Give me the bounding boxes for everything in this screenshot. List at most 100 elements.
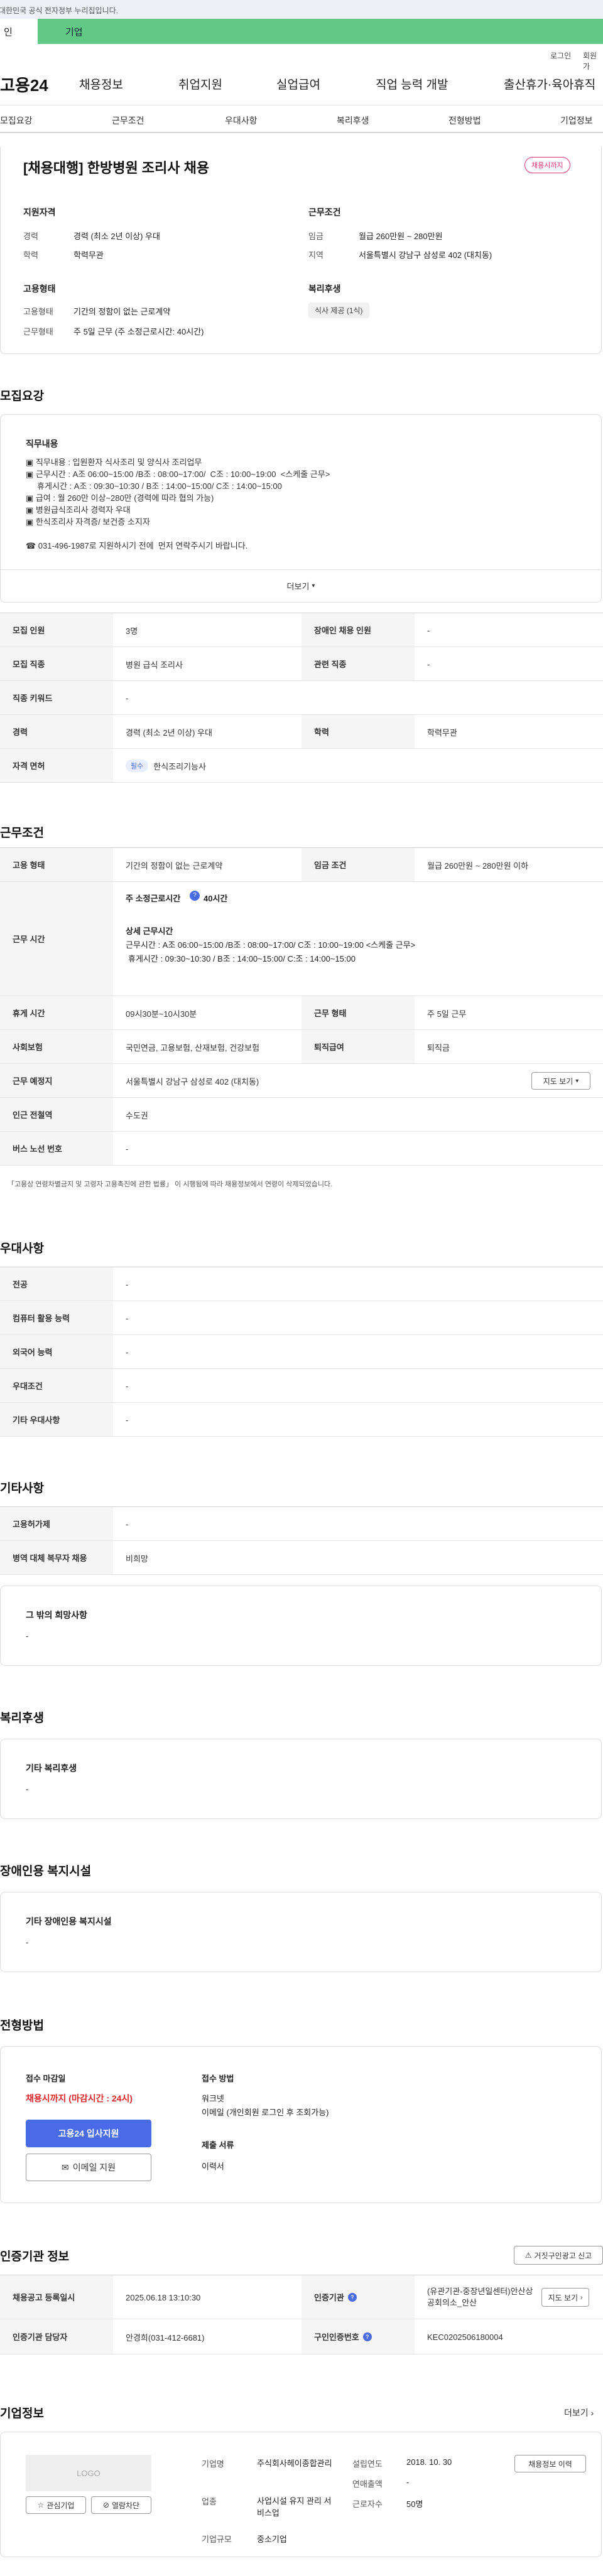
row-value: - (126, 1347, 129, 1357)
favorite-company-button[interactable]: ☆ 관심기업 (26, 2496, 86, 2514)
qual-label: 학력 (23, 250, 38, 260)
row-value: 병원 급식 조리사 (126, 660, 183, 670)
email-apply-button[interactable]: ✉ 이메일 지원 (26, 2154, 151, 2181)
job-summary-card: [채용대행] 한방병원 조리사 채용 채용시까지 지원자격 경력 경력 (최소 … (0, 147, 602, 354)
row-label: 자격 면허 (0, 749, 113, 782)
tab-apply[interactable]: 전형방법 (448, 114, 481, 127)
table-row: 모집 직종 병원 급식 조리사 관련 직종 - (0, 647, 603, 681)
company-field-value: - (406, 2477, 410, 2487)
gnb-menu-leave[interactable]: 출산휴가·육아휴직 (504, 75, 595, 92)
row-label: 관련 직종 (302, 647, 415, 680)
info-icon[interactable]: ? (362, 2332, 372, 2341)
row-label: 휴게 시간 (0, 996, 113, 1029)
company-more-link[interactable]: 더보기 › (564, 2407, 594, 2419)
row-label: 전공 (0, 1267, 113, 1301)
tab-welfare[interactable]: 복리후생 (337, 114, 369, 127)
company-section-title: 기업정보 (0, 2407, 44, 2420)
row-value: 월급 260만원 ~ 280만원 이하 (427, 861, 529, 871)
row-label: 근무 형태 (302, 996, 415, 1029)
row-value: 비희망 (126, 1554, 148, 1564)
row-label: 직종 키워드 (0, 681, 113, 714)
gov-notice-text: 대한민국 공식 전자정부 누리집입니다. (0, 6, 118, 15)
qual-title: 지원자격 (23, 207, 56, 217)
row-label: 학력 (302, 715, 415, 748)
block-view-button[interactable]: ⊘ 열람차단 (91, 2496, 151, 2514)
cond-value: 서울특별시 강남구 삼성로 402 (대치동) (359, 250, 492, 260)
map-button[interactable]: 지도 보기 ▾ (531, 1072, 590, 1090)
row-value: - (126, 1519, 129, 1529)
info-icon[interactable]: ? (190, 891, 200, 901)
agency-map-button[interactable]: 지도 보기 › (541, 2288, 589, 2307)
disabled-box-value: - (26, 1938, 29, 1947)
agency-section-title: 인증기관 정보 (0, 2250, 70, 2263)
company-field-value: 2018. 10. 30 (406, 2457, 452, 2467)
pref-section-title: 우대사항 (0, 1242, 44, 1255)
table-row: 근무 시간 주 소정근로시간 ? 40시간 상세 근무시간 근무시간 : A조 … (0, 882, 603, 996)
agency-table: 채용공고 등록일시 2025.06.18 13:10:30 인증기관 ? (유관… (0, 2275, 603, 2356)
tab-recruit[interactable]: 모집요강 (0, 114, 33, 127)
row-value: - (126, 1381, 129, 1391)
gnb-menu-training[interactable]: 직업 능력 개발 (376, 75, 448, 92)
hiring-history-button[interactable]: 채용정보 이력 (514, 2455, 586, 2472)
row-value: - (427, 625, 430, 635)
cond-title: 근무조건 (308, 207, 341, 217)
hours-detail-line: 휴게시간 : 09:30~10:30 / B조 : 14:00~15:00/ C… (128, 954, 356, 963)
table-row: 사회보험 국민연금, 고용보험, 산재보험, 건강보험 퇴직급여 퇴직금 (0, 1030, 603, 1064)
emp-title: 고용형태 (23, 284, 56, 294)
gnb-menu-jobs[interactable]: 채용정보 (79, 75, 123, 92)
company-field-value: 주식회사헤이종합관리 (257, 2459, 332, 2468)
row-label: 사회보험 (0, 1030, 113, 1063)
user-type-tabs: 인 기업 (0, 19, 603, 46)
row-label: 구인인증번호 ? (302, 2319, 415, 2354)
block-icon: ⊘ (102, 2501, 109, 2509)
deadline-label: 접수 마감일 (26, 2074, 66, 2083)
qual-label: 경력 (23, 232, 38, 241)
row-label: 외국어 능력 (0, 1335, 113, 1368)
login-link[interactable]: 로그인 (550, 50, 571, 61)
welfare-title: 복리후생 (308, 284, 341, 294)
other-wishes-value: - (26, 1631, 29, 1641)
row-label: 고용 형태 (0, 848, 113, 881)
table-row: 인증기관 담당자 안경희(031-412-6681) 구인인증번호 ? KEC0… (0, 2319, 603, 2354)
tab-company[interactable]: 기업 (38, 19, 603, 44)
welfare-tag: 식사 제공 (1식) (308, 303, 369, 318)
work-table: 고용 형태 기간의 정함이 없는 근로계약 임금 조건 월급 260만원 ~ 2… (0, 847, 603, 1167)
table-row: 근무 예정지 서울특별시 강남구 삼성로 402 (대치동) 지도 보기 ▾ (0, 1064, 603, 1098)
row-label: 병역 대체 복무자 채용 (0, 1541, 113, 1574)
weekly-hours-label: 주 소정근로시간 (126, 894, 181, 903)
tab-pref[interactable]: 우대사항 (225, 114, 258, 127)
table-row: 기타 우대사항 - (0, 1403, 603, 1437)
desc-line: ☎ 031-496-1987로 지원하시기 전에 먼저 연락주시기 바랍니다. (26, 541, 248, 550)
gnb-menu-unemployment[interactable]: 실업급여 (276, 75, 320, 92)
info-icon[interactable]: ? (347, 2292, 357, 2302)
row-value: 기간의 정함이 없는 근로계약 (126, 861, 223, 871)
row-value: - (126, 1415, 129, 1425)
row-value: 안경희(031-412-6681) (126, 2332, 205, 2343)
work-section-title: 근무조건 (0, 827, 44, 840)
desc-line: ▣ 병원급식조리사 경력자 우대 (26, 505, 131, 515)
welfare-section-title: 복리후생 (0, 1712, 44, 1725)
etc-table: 고용허가제 - 병역 대체 복무자 채용 비희망 (0, 1506, 603, 1575)
chevron-right-icon: › (580, 2294, 583, 2301)
row-label: 근무 시간 (0, 882, 113, 996)
emp-label: 고용형태 (23, 307, 53, 316)
site-logo[interactable]: 고용24 (0, 73, 48, 96)
tab-personal[interactable]: 인 (0, 19, 38, 44)
required-tag: 필수 (126, 759, 149, 772)
table-row: 컴퓨터 활용 능력 - (0, 1301, 603, 1335)
table-row: 채용공고 등록일시 2025.06.18 13:10:30 인증기관 ? (유관… (0, 2275, 603, 2319)
row-value: - (126, 1313, 129, 1323)
warning-icon: ⚠ (524, 2251, 532, 2260)
tab-company[interactable]: 기업정보 (560, 114, 593, 127)
desc-more-button[interactable]: 더보기 ▾ (1, 569, 601, 602)
table-row: 고용 형태 기간의 정함이 없는 근로계약 임금 조건 월급 260만원 ~ 2… (0, 848, 603, 882)
report-ad-button[interactable]: ⚠ 거짓구인광고 신고 (514, 2246, 603, 2265)
tab-work[interactable]: 근무조건 (112, 114, 144, 127)
apply-button[interactable]: 고용24 입사지원 (26, 2120, 151, 2147)
row-value: - (427, 659, 430, 669)
table-row: 휴게 시간 09시30분~10시30분 근무 형태 주 5일 근무 (0, 996, 603, 1030)
cond-label: 지역 (308, 250, 323, 260)
company-field-label: 기업규모 (202, 2535, 232, 2544)
gnb-menu-employment-support[interactable]: 취업지원 (178, 75, 222, 92)
row-label: 인근 전철역 (0, 1098, 113, 1131)
